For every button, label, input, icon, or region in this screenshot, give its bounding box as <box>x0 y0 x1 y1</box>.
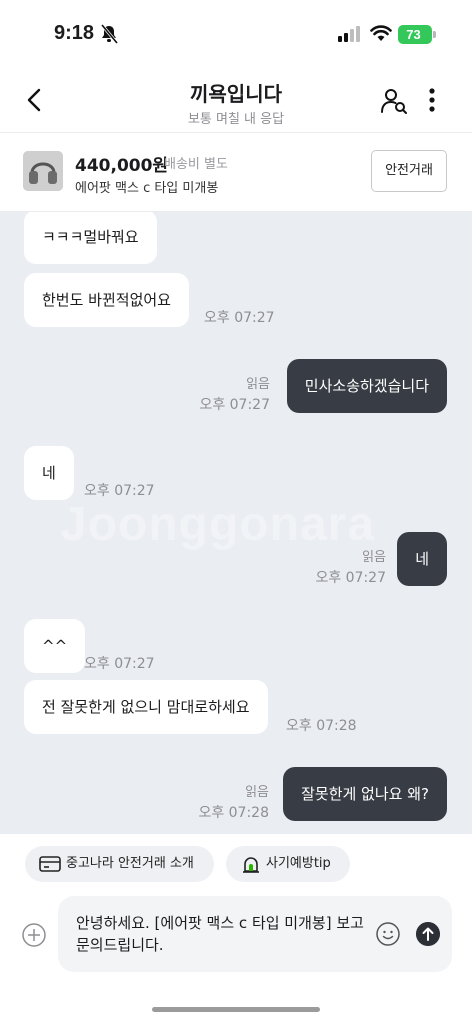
user-search-icon[interactable] <box>380 87 408 115</box>
send-arrow-icon[interactable] <box>416 922 440 946</box>
chat-area[interactable]: Joonggonara ㅋㅋㅋ멀바꿔요 한번도 바뀐적없어요 오후 07:27 … <box>0 212 472 834</box>
card-icon <box>39 856 61 872</box>
message-bubble-incoming[interactable]: ㅋㅋㅋ멀바꿔요 <box>24 212 157 264</box>
message-time: 오후 07:27 <box>204 310 275 326</box>
status-time: 9:18 <box>54 22 95 44</box>
read-receipt: 읽음 <box>246 377 270 392</box>
siren-icon <box>243 857 259 873</box>
safe-trade-button[interactable]: 안전거래 <box>371 150 447 192</box>
chip-label: 사기예방tip <box>266 856 331 871</box>
product-thumbnail[interactable] <box>23 151 63 191</box>
message-bubble-incoming[interactable]: ^^ <box>24 619 86 673</box>
status-bar: 9:18 73 <box>0 0 472 70</box>
watermark: Joonggonara <box>60 498 376 551</box>
message-time: 오후 07:27 <box>315 570 386 586</box>
message-bubble-incoming[interactable]: 네 <box>24 446 74 500</box>
chat-header: 끼욕입니다 보통 며칠 내 응답 <box>0 70 472 132</box>
battery-indicator: 73 <box>398 25 436 44</box>
shipping-note: 배송비 별도 <box>164 157 228 172</box>
headphones-image <box>23 151 63 191</box>
message-bubble-outgoing[interactable]: 네 <box>397 532 447 586</box>
safe-trade-intro-chip[interactable]: 중고나라 안전거래 소개 <box>25 846 214 882</box>
read-receipt: 읽음 <box>362 550 386 565</box>
message-time: 오후 07:27 <box>84 656 155 672</box>
signal-icon <box>338 26 360 42</box>
message-bubble-incoming[interactable]: 한번도 바뀐적없어요 <box>24 273 189 327</box>
message-time: 오후 07:27 <box>199 397 270 413</box>
fraud-tip-chip[interactable]: 사기예방tip <box>226 846 350 882</box>
message-input[interactable]: 안녕하세요. [에어팟 맥스 c 타입 미개봉] 보고 문의드립니다. <box>58 896 452 972</box>
read-receipt: 읽음 <box>245 785 269 800</box>
message-bubble-outgoing[interactable]: 잘못한게 없나요 왜? <box>283 767 447 821</box>
wifi-icon <box>370 25 392 41</box>
emoji-icon[interactable] <box>376 922 400 946</box>
product-name: 에어팟 맥스 c 타입 미개봉 <box>75 181 219 196</box>
message-bubble-outgoing[interactable]: 민사소송하겠습니다 <box>286 359 447 413</box>
message-bubble-incoming[interactable]: 전 잘못한게 없으니 맘대로하세요 <box>24 680 268 734</box>
chip-label: 중고나라 안전거래 소개 <box>66 856 194 871</box>
product-price: 440,000원 <box>75 156 169 176</box>
message-time: 오후 07:28 <box>286 718 357 734</box>
home-indicator <box>152 1007 320 1012</box>
message-time: 오후 07:28 <box>198 805 269 821</box>
more-vertical-icon[interactable] <box>424 87 440 115</box>
message-input-text[interactable]: 안녕하세요. [에어팟 맥스 c 타입 미개봉] 보고 문의드립니다. <box>76 912 366 956</box>
product-bar[interactable]: 440,000원 배송비 별도 에어팟 맥스 c 타입 미개봉 안전거래 <box>0 132 472 212</box>
bell-slash-icon <box>100 24 118 44</box>
composer-area: 중고나라 안전거래 소개 사기예방tip 안녕하세요. [에어팟 맥스 c 타입… <box>0 834 472 1024</box>
add-attachment-icon[interactable] <box>22 923 46 947</box>
message-time: 오후 07:27 <box>84 483 155 499</box>
